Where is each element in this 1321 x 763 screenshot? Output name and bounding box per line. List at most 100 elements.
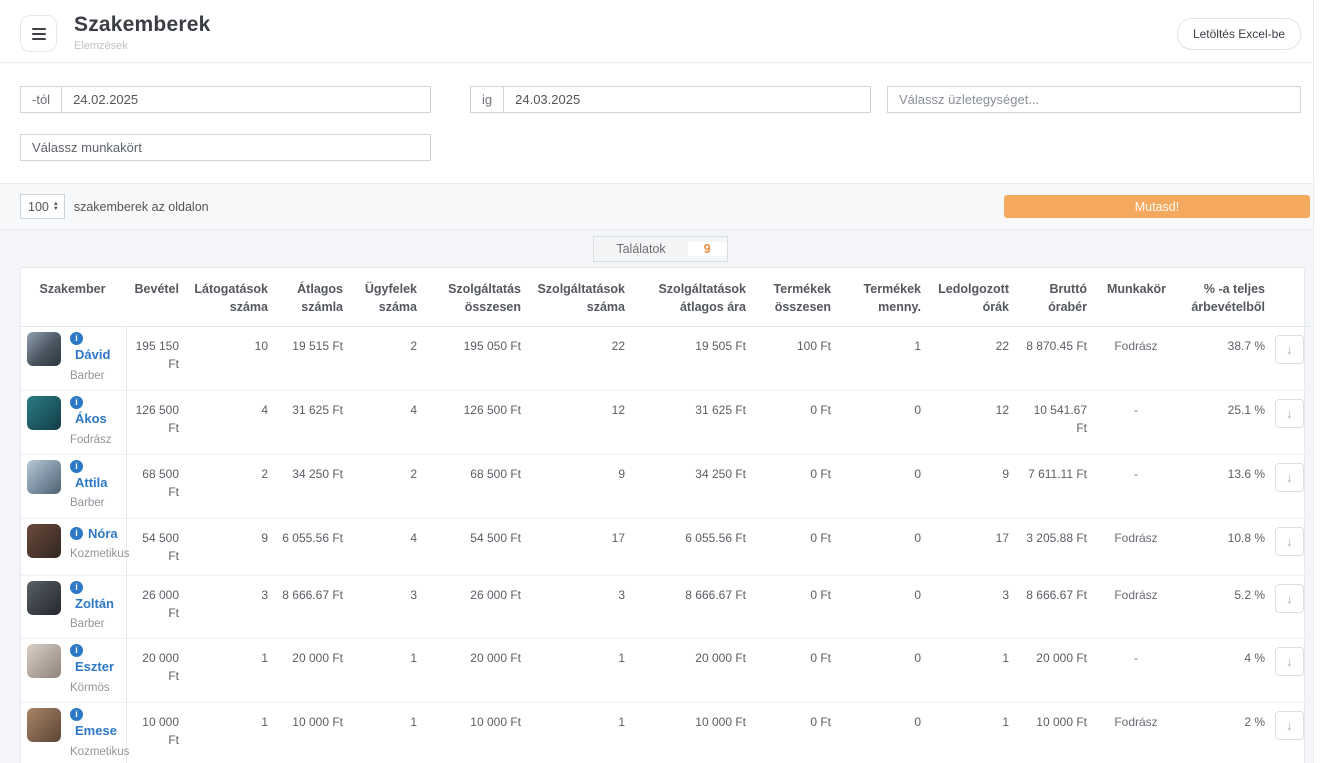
cell-average-receipt: 20 000 Ft bbox=[278, 639, 353, 703]
professional-name-link[interactable]: Attila bbox=[75, 473, 108, 493]
per-page-value: 100 bbox=[28, 200, 49, 214]
cell-clients: 1 bbox=[353, 703, 427, 763]
cell-gross-hourly: 7 611.11 Ft bbox=[1019, 454, 1097, 518]
download-icon: ↓ bbox=[1286, 406, 1293, 421]
scrollbar-track[interactable] bbox=[1313, 0, 1321, 763]
professional-name-link[interactable]: Nóra bbox=[88, 524, 118, 544]
cell-services-total: 54 500 Ft bbox=[427, 518, 531, 575]
download-row-button[interactable]: ↓ bbox=[1275, 647, 1304, 676]
avatar bbox=[27, 460, 61, 494]
download-row-button[interactable]: ↓ bbox=[1275, 335, 1304, 364]
download-row-button[interactable]: ↓ bbox=[1275, 463, 1304, 492]
business-unit-select[interactable] bbox=[887, 86, 1301, 113]
cell-products-total: 0 Ft bbox=[756, 575, 841, 639]
col-gross-hourly: Bruttó órabér bbox=[1019, 268, 1097, 327]
avatar bbox=[27, 332, 61, 366]
cell-services-total: 68 500 Ft bbox=[427, 454, 531, 518]
cell-worked-hours: 12 bbox=[931, 391, 1019, 455]
info-icon[interactable]: i bbox=[70, 527, 83, 540]
professional-role: Kozmetikus bbox=[70, 744, 120, 761]
page-subtitle: Elemzések bbox=[74, 40, 210, 52]
cell-clients: 3 bbox=[353, 575, 427, 639]
download-row-button[interactable]: ↓ bbox=[1275, 527, 1304, 556]
per-page-select[interactable]: 100 ▲▼ bbox=[20, 194, 65, 219]
cell-job: Fodrász bbox=[1097, 518, 1181, 575]
col-revenue-percent: % -a teljes árbevételből bbox=[1181, 268, 1275, 327]
info-icon[interactable]: i bbox=[70, 581, 83, 594]
info-icon[interactable]: i bbox=[70, 460, 83, 473]
download-icon: ↓ bbox=[1286, 534, 1293, 549]
cell-gross-hourly: 20 000 Ft bbox=[1019, 639, 1097, 703]
cell-products-total: 100 Ft bbox=[756, 327, 841, 391]
cell-average-receipt: 6 055.56 Ft bbox=[278, 518, 353, 575]
professional-role: Körmös bbox=[70, 680, 120, 697]
professional-name-link[interactable]: Ákos bbox=[75, 409, 107, 429]
business-unit-input[interactable] bbox=[888, 92, 1300, 107]
cell-job: - bbox=[1097, 639, 1181, 703]
date-to-group: ig bbox=[470, 86, 871, 113]
cell-revenue-percent: 5.2 % bbox=[1181, 575, 1275, 639]
col-actions bbox=[1275, 268, 1311, 327]
job-input[interactable] bbox=[21, 140, 430, 155]
professional-name-link[interactable]: Dávid bbox=[75, 345, 110, 365]
table-row: i Emese Kozmetikus 10 000 Ft 1 10 000 Ft… bbox=[21, 703, 1311, 763]
cell-services-average-price: 31 625 Ft bbox=[635, 391, 756, 455]
download-row-button[interactable]: ↓ bbox=[1275, 711, 1304, 740]
cell-revenue: 26 000 Ft bbox=[126, 575, 189, 639]
professional-name-link[interactable]: Eszter bbox=[75, 657, 114, 677]
professional-role: Barber bbox=[70, 616, 120, 633]
job-select[interactable] bbox=[20, 134, 431, 161]
download-icon: ↓ bbox=[1286, 654, 1293, 669]
cell-services-average-price: 10 000 Ft bbox=[635, 703, 756, 763]
info-icon[interactable]: i bbox=[70, 644, 83, 657]
cell-revenue-percent: 38.7 % bbox=[1181, 327, 1275, 391]
col-professional: Szakember bbox=[21, 268, 126, 327]
info-icon[interactable]: i bbox=[70, 332, 83, 345]
avatar bbox=[27, 644, 61, 678]
cell-worked-hours: 17 bbox=[931, 518, 1019, 575]
download-row-button[interactable]: ↓ bbox=[1275, 399, 1304, 428]
cell-products-total: 0 Ft bbox=[756, 639, 841, 703]
cell-products-qty: 1 bbox=[841, 327, 931, 391]
per-page-label: szakemberek az oldalon bbox=[74, 200, 209, 214]
professional-name-link[interactable]: Emese bbox=[75, 721, 117, 741]
date-to-input[interactable] bbox=[504, 87, 870, 112]
date-from-input[interactable] bbox=[62, 87, 430, 112]
col-products-qty: Termékek menny. bbox=[841, 268, 931, 327]
professional-name-link[interactable]: Zoltán bbox=[75, 594, 114, 614]
tab-results[interactable]: Találatok 9 bbox=[593, 236, 727, 262]
cell-worked-hours: 1 bbox=[931, 703, 1019, 763]
tab-results-label[interactable]: Találatok bbox=[594, 242, 687, 256]
cell-services-count: 1 bbox=[531, 703, 635, 763]
col-revenue: Bevétel bbox=[126, 268, 189, 327]
hamburger-icon bbox=[32, 28, 46, 30]
info-icon[interactable]: i bbox=[70, 396, 83, 409]
cell-services-total: 20 000 Ft bbox=[427, 639, 531, 703]
cell-products-qty: 0 bbox=[841, 575, 931, 639]
menu-button[interactable] bbox=[20, 15, 57, 52]
download-row-button[interactable]: ↓ bbox=[1275, 584, 1304, 613]
cell-revenue-percent: 2 % bbox=[1181, 703, 1275, 763]
date-to-label: ig bbox=[471, 87, 504, 112]
download-excel-button[interactable]: Letöltés Excel-be bbox=[1177, 18, 1301, 50]
cell-average-receipt: 31 625 Ft bbox=[278, 391, 353, 455]
cell-gross-hourly: 10 000 Ft bbox=[1019, 703, 1097, 763]
cell-average-receipt: 8 666.67 Ft bbox=[278, 575, 353, 639]
download-icon: ↓ bbox=[1286, 470, 1293, 485]
select-spinner-icon: ▲▼ bbox=[53, 202, 59, 212]
show-button[interactable]: Mutasd! bbox=[1004, 195, 1310, 218]
results-count-badge[interactable]: 9 bbox=[688, 242, 727, 256]
cell-job: - bbox=[1097, 454, 1181, 518]
info-icon[interactable]: i bbox=[70, 708, 83, 721]
cell-services-count: 17 bbox=[531, 518, 635, 575]
results-tabs: Találatok 9 bbox=[0, 230, 1321, 267]
col-worked-hours: Ledolgozott órák bbox=[931, 268, 1019, 327]
col-visits: Látogatások száma bbox=[189, 268, 278, 327]
cell-services-average-price: 8 666.67 Ft bbox=[635, 575, 756, 639]
cell-revenue-percent: 10.8 % bbox=[1181, 518, 1275, 575]
professionals-table-card: Szakember Bevétel Látogatások száma Átla… bbox=[20, 267, 1305, 763]
cell-clients: 1 bbox=[353, 639, 427, 703]
professional-role: Kozmetikus bbox=[70, 546, 120, 563]
cell-products-total: 0 Ft bbox=[756, 518, 841, 575]
cell-services-count: 3 bbox=[531, 575, 635, 639]
